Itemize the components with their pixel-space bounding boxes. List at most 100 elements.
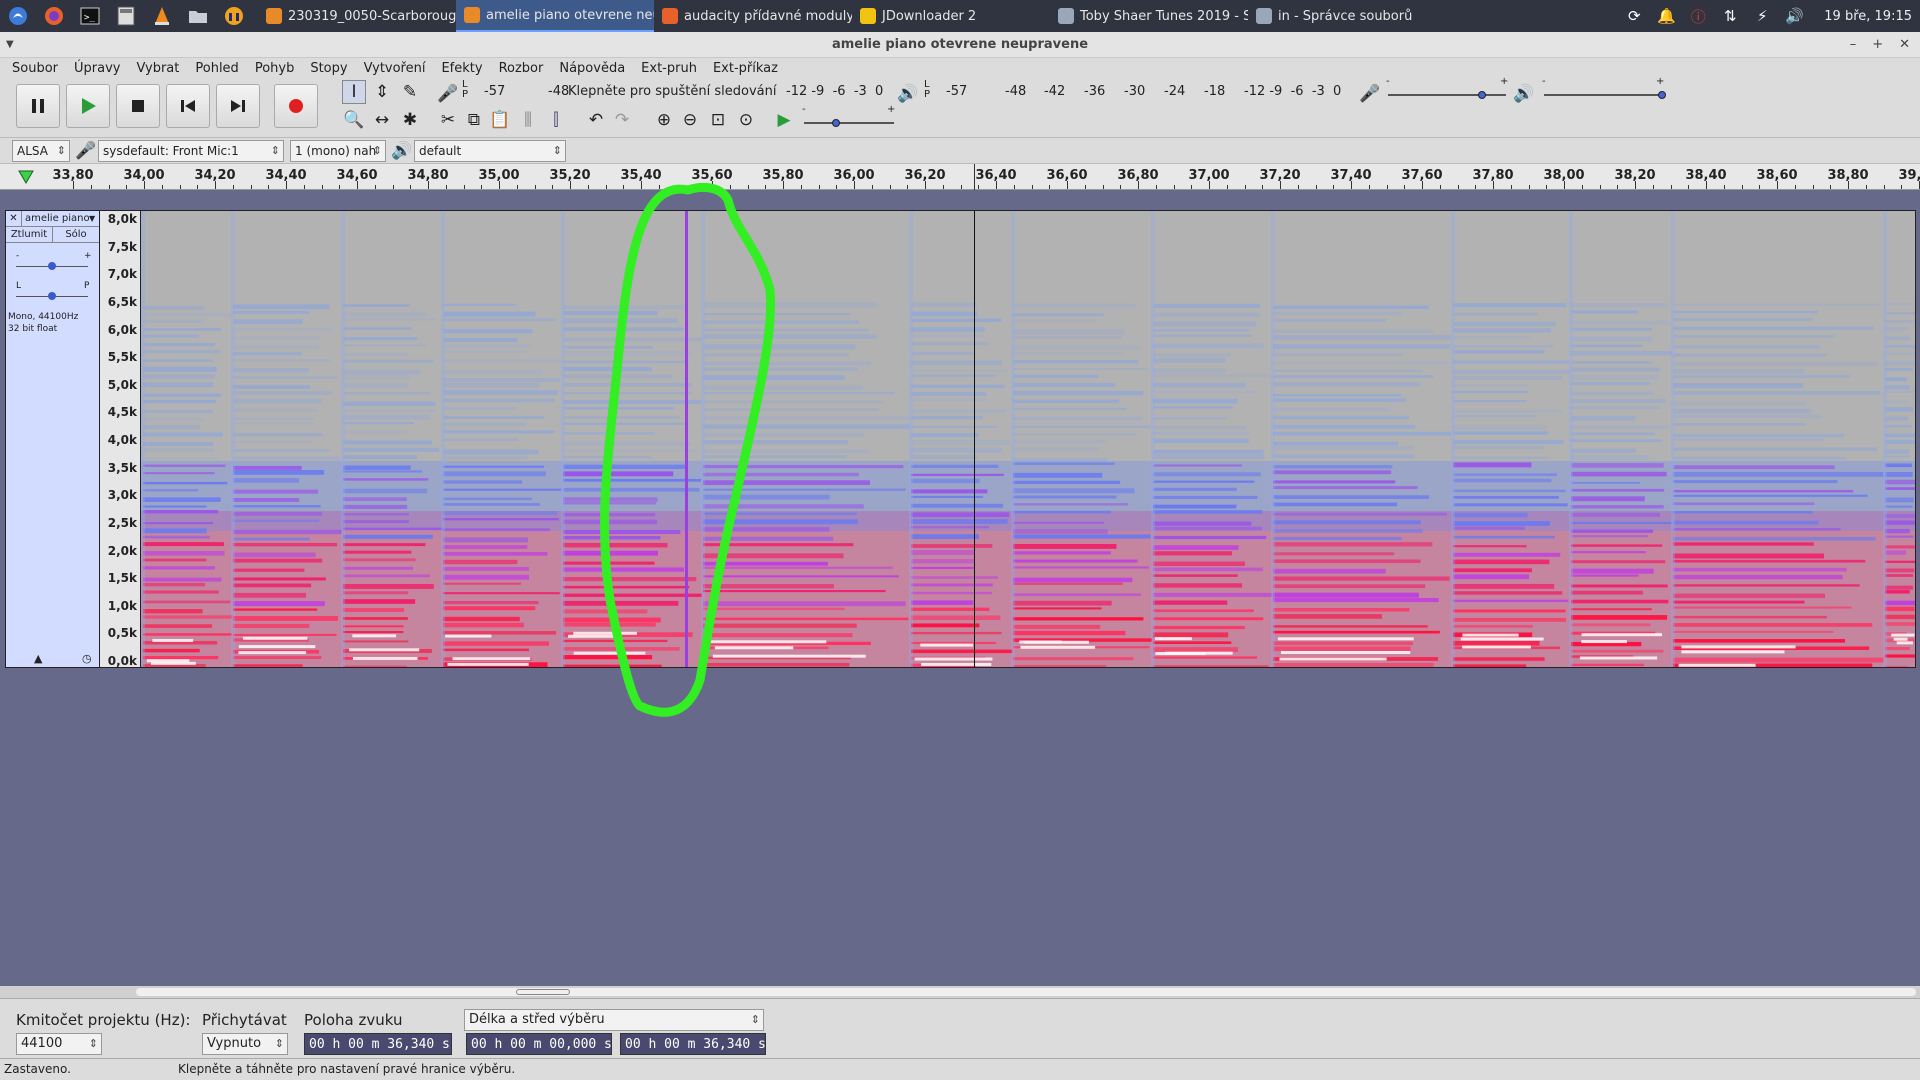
spectro-harmonic xyxy=(911,607,990,611)
menu-pohyb[interactable]: Pohyb xyxy=(247,61,303,76)
folder-icon[interactable] xyxy=(180,0,216,32)
menu-vybrat[interactable]: Vybrat xyxy=(128,61,187,76)
timeline-ruler[interactable]: 33,80 34,00 34,20 34,40 34,60 34,80 35,00 35,20… xyxy=(0,164,1920,190)
envelope-tool-icon[interactable]: ⇕ xyxy=(370,80,394,104)
ruler-tick-mark xyxy=(1351,181,1352,189)
network-icon[interactable]: ⇅ xyxy=(1720,6,1740,26)
scrollbar-grip[interactable] xyxy=(516,989,570,995)
taskbar-task[interactable]: Toby Shaer Tunes 2019 - Spr... xyxy=(1050,0,1248,32)
playback-volume-knob[interactable] xyxy=(1658,91,1666,99)
selection-center-time[interactable]: 00 h 00 m 36,340 s xyxy=(620,1033,766,1055)
minimize-button[interactable]: – xyxy=(1850,32,1857,58)
xfce-menu-icon[interactable] xyxy=(0,0,36,32)
menu-ext-pruh[interactable]: Ext-pruh xyxy=(633,61,705,76)
spectro-harmonic xyxy=(1013,510,1111,514)
update-warning-icon[interactable]: ⓘ xyxy=(1688,6,1708,26)
pan-knob[interactable] xyxy=(48,292,56,300)
audacity-icon[interactable] xyxy=(216,0,252,32)
skip-end-button[interactable] xyxy=(216,84,260,128)
zoom-in-icon[interactable]: ⊕ xyxy=(652,108,676,132)
silence-icon[interactable]: ⫿ xyxy=(544,108,568,132)
output-device-select[interactable]: default xyxy=(414,140,566,162)
draw-tool-icon[interactable]: ✎ xyxy=(398,80,422,104)
firefox-icon[interactable] xyxy=(36,0,72,32)
fit-selection-icon[interactable]: ⊡ xyxy=(706,108,730,132)
calculator-icon[interactable] xyxy=(108,0,144,32)
taskbar-task[interactable]: in - Správce souborů xyxy=(1248,0,1446,32)
menu-pohled[interactable]: Pohled xyxy=(187,61,246,76)
vlc-icon[interactable] xyxy=(144,0,180,32)
menu-vytvoreni[interactable]: Vytvoření xyxy=(356,61,434,76)
track-menu-chevron-icon[interactable]: ▼ xyxy=(89,211,99,226)
track-name-menu[interactable]: amelie piano xyxy=(22,211,89,226)
project-rate-select[interactable]: 44100 xyxy=(16,1033,102,1055)
power-icon[interactable]: ⚡ xyxy=(1752,6,1772,26)
audio-host-select[interactable]: ALSA xyxy=(12,140,70,162)
paste-icon[interactable]: 📋 xyxy=(488,108,512,132)
zoom-tool-icon[interactable]: 🔍 xyxy=(342,108,366,132)
record-meter-hint[interactable]: Klepněte pro spuštění sledování xyxy=(568,84,776,99)
spectro-harmonic xyxy=(143,334,199,338)
skip-start-button[interactable] xyxy=(166,84,210,128)
menu-upravy[interactable]: Úpravy xyxy=(66,61,128,76)
multi-tool-icon[interactable]: ✱ xyxy=(398,108,422,132)
play-speed-slider[interactable] xyxy=(804,122,894,124)
menu-efekty[interactable]: Efekty xyxy=(433,61,490,76)
recording-volume-knob[interactable] xyxy=(1478,91,1487,99)
undo-icon[interactable]: ↶ xyxy=(584,108,608,132)
spectrogram[interactable] xyxy=(140,210,1916,668)
track-close-button[interactable]: ✕ xyxy=(6,211,22,226)
menu-stopy[interactable]: Stopy xyxy=(302,61,355,76)
gain-knob[interactable] xyxy=(48,262,56,270)
mute-button[interactable]: Ztlumit xyxy=(6,227,53,242)
cut-icon[interactable]: ✂ xyxy=(436,108,460,132)
playback-meter-speaker-icon[interactable]: 🔊 xyxy=(896,82,920,106)
play-head-triangle-icon[interactable] xyxy=(18,170,34,184)
clock[interactable]: 19 bře, 19:15 xyxy=(1824,9,1912,24)
maximize-button[interactable]: + xyxy=(1872,32,1883,58)
stop-button[interactable] xyxy=(116,84,160,128)
horizontal-scrollbar[interactable] xyxy=(0,986,1920,998)
notification-bell-icon[interactable]: 🔔 xyxy=(1656,6,1676,26)
taskbar-task[interactable]: JDownloader 2 xyxy=(852,0,1050,32)
solo-button[interactable]: Sólo xyxy=(53,227,99,242)
taskbar-task[interactable]: amelie piano otevrene neupr... xyxy=(456,0,654,32)
selection-tool-icon[interactable]: I xyxy=(342,80,366,104)
taskbar-task[interactable]: 230319_0050-Scarborough b... xyxy=(258,0,456,32)
spectro-fundamental xyxy=(238,651,307,655)
scrollbar-thumb[interactable] xyxy=(136,988,1916,996)
record-meter-mic-icon[interactable]: 🎤 xyxy=(436,82,460,106)
pause-button[interactable] xyxy=(16,84,60,128)
window-titlebar[interactable]: ▼ amelie piano otevrene neupravene – + ✕ xyxy=(0,32,1920,58)
trim-icon[interactable]: ⫼ xyxy=(516,108,540,132)
play-at-speed-icon[interactable]: ▶ xyxy=(772,108,796,132)
menu-napoveda[interactable]: Nápověda xyxy=(551,61,633,76)
input-device-select[interactable]: sysdefault: Front Mic:1 xyxy=(98,140,284,162)
play-speed-knob[interactable] xyxy=(831,119,840,127)
audio-position-time[interactable]: 00 h 00 m 36,340 s xyxy=(304,1033,452,1055)
menu-soubor[interactable]: Soubor xyxy=(4,61,66,76)
play-button[interactable] xyxy=(66,84,110,128)
selection-mode-select[interactable]: Délka a střed výběru xyxy=(464,1009,764,1031)
timeshift-tool-icon[interactable]: ↔ xyxy=(370,108,394,132)
close-button[interactable]: ✕ xyxy=(1899,32,1910,58)
terminal-icon[interactable]: >_ xyxy=(72,0,108,32)
volume-icon[interactable]: 🔊 xyxy=(1784,6,1804,26)
menu-rozbor[interactable]: Rozbor xyxy=(491,61,552,76)
record-button[interactable] xyxy=(274,84,318,128)
taskbar-task[interactable]: audacity přídavné moduly - ... xyxy=(654,0,852,32)
zoom-out-icon[interactable]: ⊖ xyxy=(678,108,702,132)
menu-ext-prikaz[interactable]: Ext-příkaz xyxy=(705,61,786,76)
recording-volume-slider[interactable] xyxy=(1388,94,1506,96)
jdownloader-tray-icon[interactable]: ⟳ xyxy=(1624,6,1644,26)
collapse-track-icon[interactable]: ▲ xyxy=(34,652,42,665)
copy-icon[interactable]: ⧉ xyxy=(462,108,486,132)
fit-project-icon[interactable]: ⊙ xyxy=(734,108,758,132)
playback-volume-slider[interactable] xyxy=(1544,94,1662,96)
input-channels-select[interactable]: 1 (mono) nah xyxy=(290,140,386,162)
snap-select[interactable]: Vypnuto xyxy=(202,1033,288,1055)
selection-length-time[interactable]: 00 h 00 m 00,000 s xyxy=(466,1033,612,1055)
spectro-harmonic xyxy=(443,518,559,521)
window-menu-icon[interactable]: ▼ xyxy=(6,32,14,58)
redo-icon[interactable]: ↷ xyxy=(610,108,634,132)
